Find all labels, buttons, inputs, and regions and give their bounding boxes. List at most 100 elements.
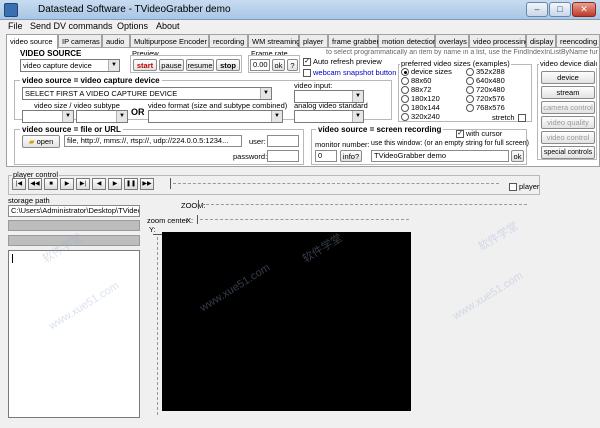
info-button[interactable]: info? (340, 150, 362, 162)
player-seek-slider[interactable] (170, 178, 502, 189)
stream-dialog-button[interactable]: stream (541, 86, 595, 99)
file-url-header: video source = file or URL (20, 125, 123, 134)
progress-bar-1 (8, 220, 140, 231)
analog-standard-select[interactable]: ▼ (294, 110, 364, 123)
frame-rate-input[interactable]: 0.00 (250, 59, 270, 71)
tab-frame-grabber[interactable]: frame grabber (328, 34, 379, 48)
size-radio-88x72[interactable] (401, 86, 409, 94)
tab-reencoding[interactable]: reencoding (556, 34, 600, 48)
monitor-number-label: monitor number: (315, 140, 370, 149)
size-radio-180x120[interactable] (401, 95, 409, 103)
first-frame-icon[interactable]: |◀ (12, 178, 26, 190)
auto-refresh-checkbox[interactable]: ✓ (303, 58, 311, 66)
size-radio-device-sizes[interactable] (401, 68, 409, 76)
stretch-label: stretch (492, 113, 515, 122)
last-frame-icon[interactable]: ▶| (76, 178, 90, 190)
text-cursor (12, 254, 13, 263)
size-radio-320x240[interactable] (401, 113, 409, 121)
with-cursor-checkbox[interactable]: ✓ (456, 130, 464, 138)
fast-forward-icon[interactable]: ▶▶ (140, 178, 154, 190)
step-back-icon[interactable]: ◀ (92, 178, 106, 190)
pause-icon[interactable]: ❚❚ (124, 178, 138, 190)
stop-icon[interactable]: ■ (44, 178, 58, 190)
url-input[interactable]: file, http://, mms://, rtsp://, udp://22… (64, 135, 242, 147)
device-dialog-button[interactable]: device (541, 71, 595, 84)
chevron-down-icon: ▼ (260, 88, 271, 99)
video-format-select[interactable]: ▼ (148, 110, 283, 123)
tab-video-source[interactable]: video source (6, 34, 58, 49)
video-quality-button[interactable]: video quality (541, 116, 595, 129)
window-ok-button[interactable]: ok (511, 150, 524, 162)
minimize-button[interactable]: – (526, 2, 548, 17)
video-control-button[interactable]: video control (541, 131, 595, 144)
size-radio-88x60[interactable] (401, 77, 409, 85)
menu-send-dv-commands[interactable]: Send DV commands (30, 21, 113, 31)
video-input-label: video input: (294, 81, 333, 90)
zoom-track (201, 204, 527, 205)
size-radio-768x576[interactable] (466, 104, 474, 112)
monitor-number-input[interactable]: 0 (315, 150, 337, 162)
use-window-label: use this window: (or an empty string for… (371, 140, 529, 147)
chevron-down-icon: ▼ (108, 60, 119, 71)
tab-overlays[interactable]: overlays (435, 34, 469, 48)
password-input[interactable] (267, 150, 299, 162)
frame-rate-help-button[interactable]: ? (287, 59, 298, 71)
special-controls-button[interactable]: special controls (541, 146, 595, 159)
size-radio-720x480[interactable] (466, 86, 474, 94)
start-button[interactable]: start (133, 59, 157, 71)
window-name-input[interactable]: TVideoGrabber demo (371, 150, 509, 162)
tab-multipurpose-encoder[interactable]: Multipurpose Encoder (130, 34, 209, 48)
stop-button[interactable]: stop (216, 59, 240, 71)
zoom-x-slider[interactable] (197, 215, 410, 224)
rewind-icon[interactable]: ◀◀ (28, 178, 42, 190)
tab-display[interactable]: display (526, 34, 556, 48)
resume-button[interactable]: resume (186, 59, 214, 71)
size-label-352x288: 352x288 (476, 67, 505, 76)
capture-device-select[interactable]: SELECT FIRST A VIDEO CAPTURE DEVICE ▼ (22, 87, 272, 100)
menu-about[interactable]: About (156, 21, 180, 31)
size-radio-180x144[interactable] (401, 104, 409, 112)
size-radio-720x576[interactable] (466, 95, 474, 103)
video-subtype-select[interactable]: ▼ (76, 110, 128, 123)
zoom-x-label: X: (186, 216, 194, 225)
tab-motion-detection[interactable]: motion detection (378, 34, 437, 48)
open-button[interactable]: ▰ open (22, 135, 60, 148)
auto-refresh-label: Auto refresh preview (313, 57, 382, 66)
video-display[interactable] (162, 232, 411, 411)
tab-video-processing[interactable]: video processing (469, 34, 529, 48)
frame-rate-ok-button[interactable]: ok (272, 59, 285, 71)
tab-ip-cameras[interactable]: IP cameras (58, 34, 102, 48)
video-source-label: VIDEO SOURCE (20, 49, 82, 58)
video-source-value: video capture device (23, 61, 92, 70)
tab-player[interactable]: player (299, 34, 328, 48)
play-icon[interactable]: ▶ (60, 178, 74, 190)
video-format-label: video format (size and subtype combined) (148, 101, 288, 110)
tab-recording[interactable]: recording (209, 34, 248, 48)
webcam-snapshot-checkbox[interactable] (303, 69, 311, 77)
size-label-88x60: 88x60 (411, 76, 432, 85)
log-memo[interactable] (8, 250, 140, 418)
password-label: password: (233, 152, 268, 161)
tab-audio[interactable]: audio (102, 34, 130, 48)
zoom-y-slider[interactable] (153, 234, 162, 416)
size-radio-352x288[interactable] (466, 68, 474, 76)
analog-standard-label: analog video standard (294, 101, 368, 110)
video-size-select[interactable]: ▼ (22, 110, 74, 123)
maximize-button[interactable]: □ (549, 2, 571, 17)
video-source-select[interactable]: video capture device ▼ (20, 59, 120, 72)
camera-control-button[interactable]: camera control (541, 101, 595, 114)
storage-path-input[interactable]: C:\Users\Administrator\Desktop\TVideoG (8, 205, 140, 217)
menu-options[interactable]: Options (117, 21, 148, 31)
folder-icon: ▰ (28, 137, 35, 146)
size-radio-640x480[interactable] (466, 77, 474, 85)
close-button[interactable]: ✕ (572, 2, 596, 17)
stretch-checkbox[interactable] (518, 114, 526, 122)
step-forward-icon[interactable]: ▶ (108, 178, 122, 190)
size-label-88x72: 88x72 (411, 85, 432, 94)
user-input[interactable] (267, 135, 299, 147)
player-checkbox[interactable] (509, 183, 517, 191)
tab-wm-streaming[interactable]: WM streaming (248, 34, 300, 48)
pause-button[interactable]: pause (159, 59, 184, 71)
menu-file[interactable]: File (8, 21, 23, 31)
zoom-slider[interactable] (198, 200, 528, 209)
